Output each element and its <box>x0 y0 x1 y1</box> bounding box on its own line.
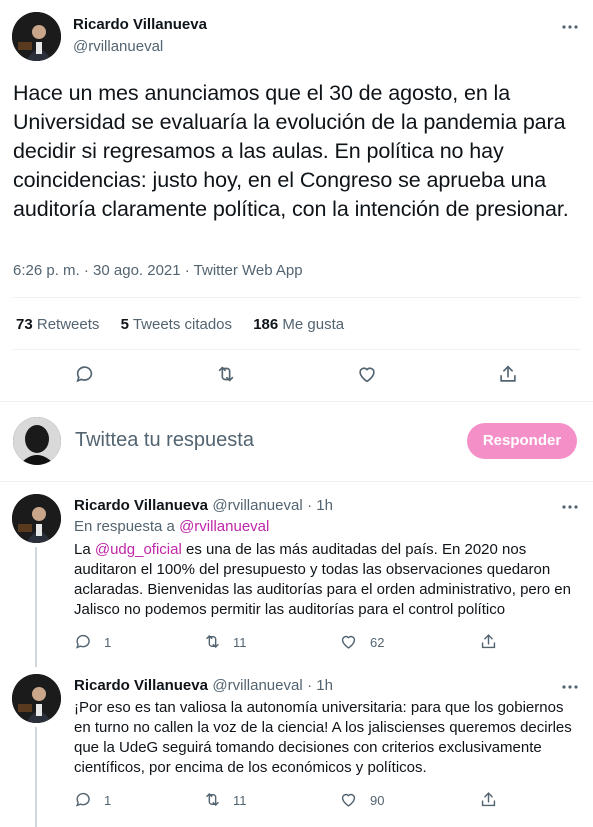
like-icon[interactable] <box>356 363 378 385</box>
user-avatar[interactable] <box>13 417 61 465</box>
more-dots-icon[interactable] <box>561 498 579 516</box>
retweet-count: 11 <box>233 793 247 808</box>
main-author-avatar[interactable] <box>12 12 61 61</box>
mention-link[interactable]: @udg_oficial <box>95 541 182 558</box>
reply-header: Ricardo Villanueva @rvillanueval · 1h <box>74 677 333 695</box>
responder-button[interactable]: Responder <box>467 423 577 459</box>
reply-time[interactable]: · 1h <box>307 497 333 514</box>
in-reply-to-label: En respuesta a <box>74 518 175 535</box>
more-dots-icon[interactable] <box>561 18 579 36</box>
divider <box>0 481 593 482</box>
like-icon[interactable] <box>339 790 358 809</box>
retweet-count: 11 <box>233 635 247 650</box>
quotes-count: 5 <box>120 316 129 333</box>
likes-count: 186 <box>253 316 279 333</box>
reply-time[interactable]: · 1h <box>307 677 333 694</box>
share-icon[interactable] <box>479 790 498 809</box>
divider <box>0 401 593 402</box>
stats-row: 73 Retweets 5 Tweets citados 186 Me gust… <box>16 316 344 333</box>
retweet-icon[interactable] <box>203 632 222 651</box>
reply-text: ¡Por eso es tan valiosa la autonomía uni… <box>74 699 572 776</box>
like-icon[interactable] <box>339 632 358 651</box>
retweets-count: 73 <box>16 316 33 333</box>
main-author-handle[interactable]: @rvillanueval <box>73 38 163 55</box>
like-count: 62 <box>370 635 385 650</box>
share-icon[interactable] <box>497 363 519 385</box>
reply-author-name[interactable]: Ricardo Villanueva <box>74 497 208 514</box>
retweets-label: Retweets <box>36 316 100 333</box>
reply-author-handle[interactable]: @rvillanueval <box>212 677 302 694</box>
reply-icon[interactable] <box>74 363 96 385</box>
retweet-icon[interactable] <box>215 363 237 385</box>
main-tweet-text: Hace un mes anunciamos que el 30 de agos… <box>13 81 569 221</box>
like-count: 90 <box>370 793 385 808</box>
main-tweet-timestamp[interactable]: 6:26 p. m. · 30 ago. 2021 · Twitter Web … <box>13 262 303 279</box>
divider <box>13 349 581 350</box>
reply-text-prefix: La <box>74 541 91 558</box>
thread-line <box>35 547 37 667</box>
reply-composer-input[interactable]: Twittea tu respuesta <box>75 429 254 452</box>
reply-author-avatar[interactable] <box>12 674 61 723</box>
reply-header: Ricardo Villanueva @rvillanueval · 1h <box>74 497 333 515</box>
more-dots-icon[interactable] <box>561 678 579 696</box>
likes-stat[interactable]: 186 Me gusta <box>253 316 344 333</box>
in-reply-to-handle[interactable]: @rvillanueval <box>179 518 269 535</box>
reply-author-avatar[interactable] <box>12 494 61 543</box>
reply-icon[interactable] <box>74 632 93 651</box>
reply-count: 1 <box>104 635 112 650</box>
divider <box>13 297 581 298</box>
reply-author-handle[interactable]: @rvillanueval <box>212 497 302 514</box>
in-reply-to: En respuesta a @rvillanueval <box>74 518 269 535</box>
reply-author-name[interactable]: Ricardo Villanueva <box>74 677 208 694</box>
retweets-stat[interactable]: 73 Retweets <box>16 316 104 333</box>
quotes-label: Tweets citados <box>132 316 233 333</box>
reply-icon[interactable] <box>74 790 93 809</box>
reply-text: La @udg_oficial es una de las más audita… <box>74 540 584 620</box>
reply-count: 1 <box>104 793 112 808</box>
quotes-stat[interactable]: 5 Tweets citados <box>121 316 237 333</box>
thread-line <box>35 727 37 827</box>
main-author-name[interactable]: Ricardo Villanueva <box>73 16 207 33</box>
retweet-icon[interactable] <box>203 790 222 809</box>
share-icon[interactable] <box>479 632 498 651</box>
likes-label: Me gusta <box>282 316 345 333</box>
